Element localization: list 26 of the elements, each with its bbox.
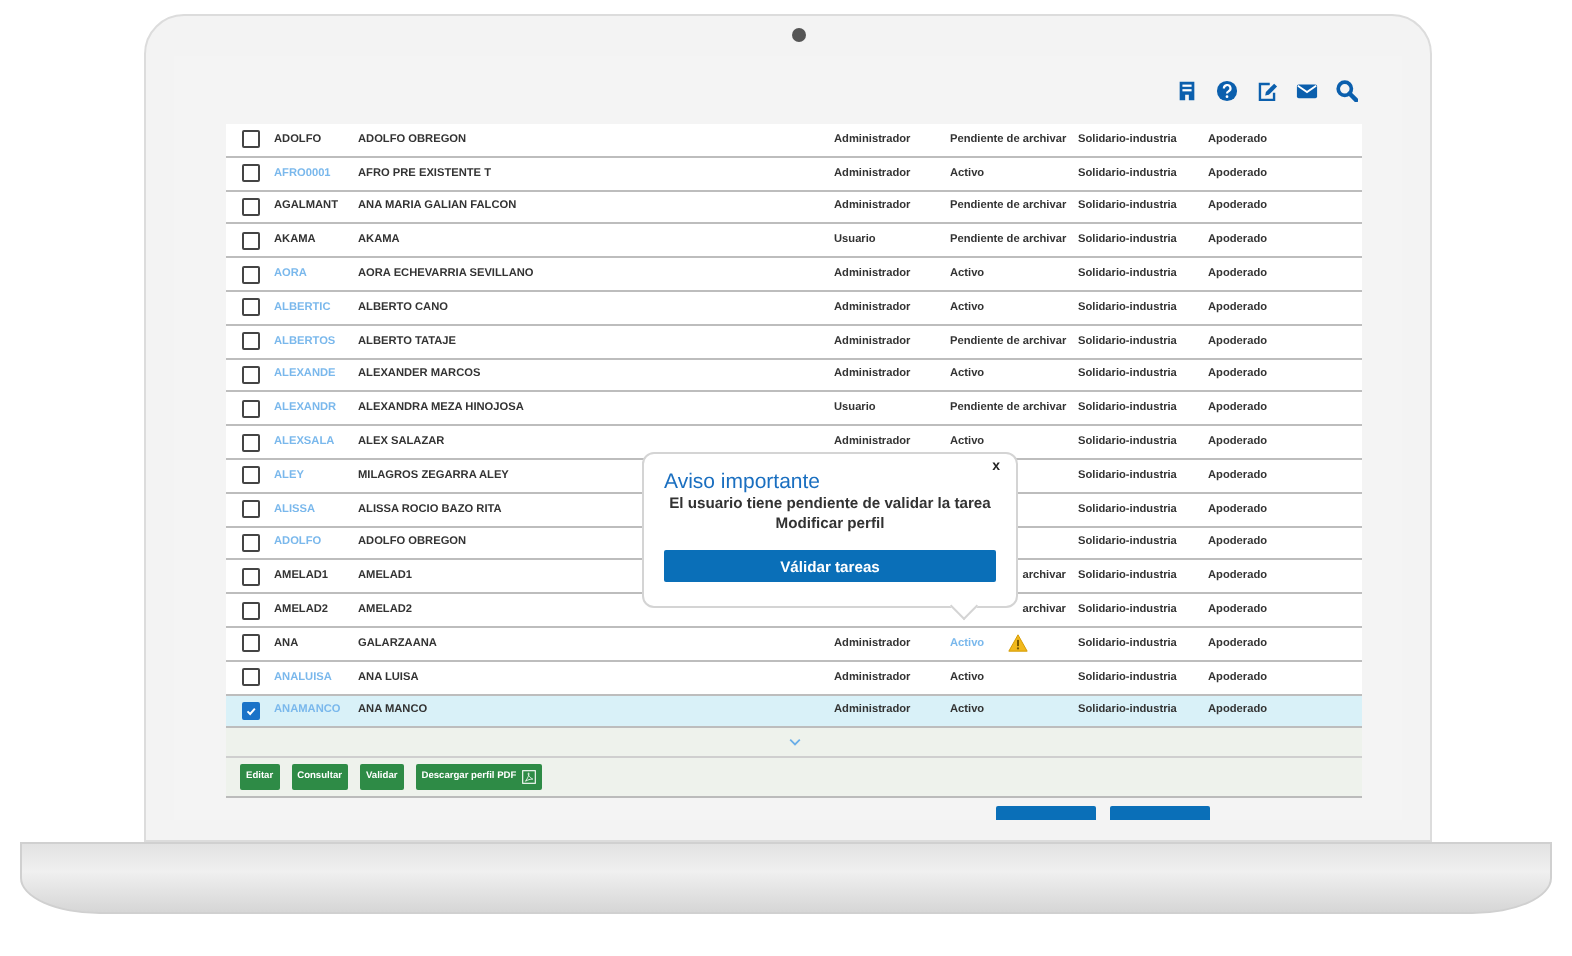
- checkbox[interactable]: [241, 433, 259, 452]
- checkbox[interactable]: [241, 332, 259, 351]
- checkbox[interactable]: [241, 298, 259, 317]
- checkbox[interactable]: [241, 500, 259, 519]
- checkbox[interactable]: [241, 634, 259, 653]
- mail-icon[interactable]: [1296, 79, 1318, 101]
- search-icon[interactable]: [1336, 79, 1358, 101]
- checkbox[interactable]: [241, 668, 259, 687]
- checkbox[interactable]: [241, 231, 259, 250]
- checkbox[interactable]: [241, 466, 259, 485]
- checkbox[interactable]: [241, 399, 259, 418]
- help-icon[interactable]: [1216, 79, 1238, 101]
- pdf-icon: [522, 770, 537, 785]
- checkbox[interactable]: [241, 601, 259, 620]
- checkbox[interactable]: [241, 567, 259, 586]
- popup-title: Aviso importante: [664, 470, 823, 494]
- checkbox[interactable]: [241, 365, 259, 384]
- checkbox[interactable]: [241, 533, 259, 552]
- checkbox[interactable]: [241, 701, 259, 720]
- checkbox[interactable]: [241, 197, 259, 216]
- checkbox[interactable]: [241, 130, 259, 149]
- checkbox[interactable]: [241, 164, 259, 183]
- camera-icon: [792, 28, 806, 42]
- checkbox[interactable]: [241, 265, 259, 284]
- building-icon[interactable]: [1176, 79, 1198, 101]
- edit-icon[interactable]: [1256, 79, 1278, 101]
